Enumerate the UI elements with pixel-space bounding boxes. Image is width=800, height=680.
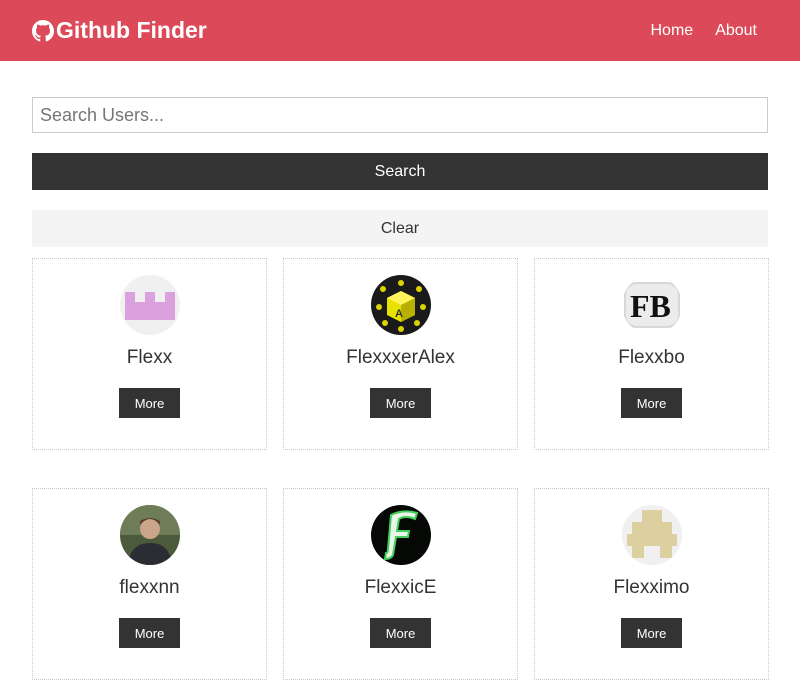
app-title: Github Finder <box>56 17 207 43</box>
more-button[interactable]: More <box>621 388 682 418</box>
nav-link-home[interactable]: Home <box>651 22 694 40</box>
user-card: FB Flexxbo More <box>534 258 769 450</box>
user-card: flexxnn More <box>32 488 267 680</box>
user-card: Flexx More <box>32 258 267 450</box>
user-card: FlexxicE More <box>283 488 518 680</box>
user-card: A FlexxxerAlex More <box>283 258 518 450</box>
username: flexxnn <box>119 577 180 598</box>
pink-identicon[interactable] <box>119 275 180 335</box>
username: Flexxbo <box>618 347 685 368</box>
fb-logo-avatar[interactable]: FB <box>621 275 682 335</box>
more-button[interactable]: More <box>370 618 431 648</box>
navbar: Github Finder Home About <box>0 0 800 61</box>
username: Flexx <box>126 347 173 368</box>
svg-text:A: A <box>395 308 403 320</box>
clear-button[interactable]: Clear <box>32 210 768 247</box>
tan-identicon[interactable] <box>621 505 682 565</box>
username: FlexxxerAlex <box>346 347 455 368</box>
github-icon <box>32 19 54 42</box>
username: Flexximo <box>613 577 690 598</box>
svg-text:FB: FB <box>630 288 671 324</box>
more-button[interactable]: More <box>119 618 180 648</box>
user-card: Flexximo More <box>534 488 769 680</box>
nav-link-about[interactable]: About <box>715 22 757 40</box>
username: FlexxicE <box>364 577 437 598</box>
user-grid: Flexx More A FlexxxerAlex More FB Flexxb… <box>32 258 769 680</box>
brand[interactable]: Github Finder <box>32 17 207 44</box>
more-button[interactable]: More <box>119 388 180 418</box>
search-input[interactable] <box>32 97 768 133</box>
yellow-cube-avatar[interactable]: A <box>370 275 431 335</box>
nav-links: Home About <box>629 22 758 40</box>
search-button[interactable]: Search <box>32 153 768 190</box>
green-f-avatar[interactable] <box>370 505 431 565</box>
more-button[interactable]: More <box>621 618 682 648</box>
person-photo-avatar[interactable] <box>119 505 180 565</box>
more-button[interactable]: More <box>370 388 431 418</box>
